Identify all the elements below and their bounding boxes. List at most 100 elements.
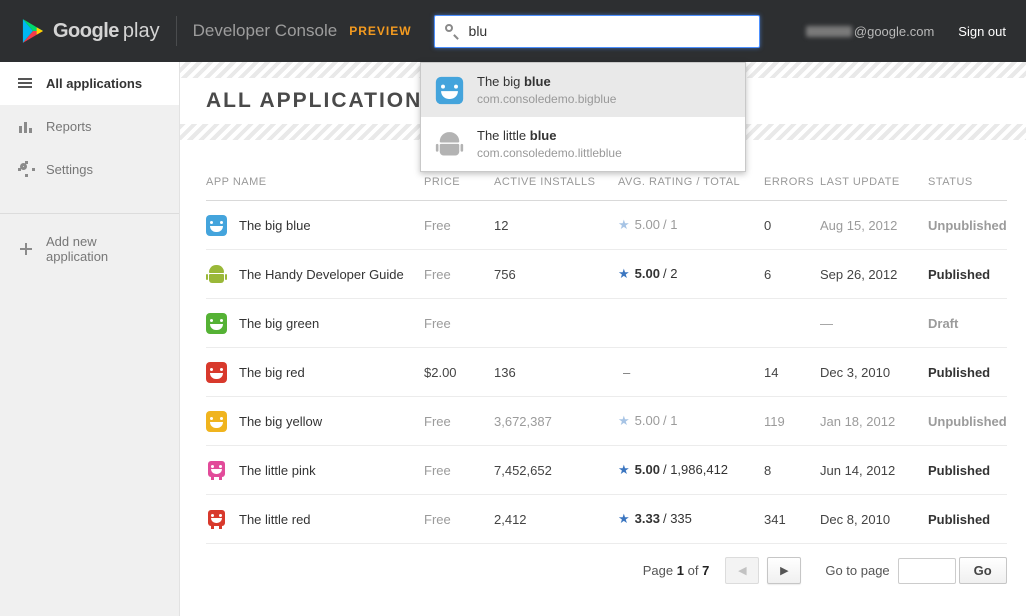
price-cell: Free xyxy=(424,218,494,233)
errors-cell: 341 xyxy=(764,512,820,527)
price-cell: Free xyxy=(424,414,494,429)
logo-text-google: Google xyxy=(53,20,119,43)
search-icon xyxy=(445,24,461,39)
price-cell: Free xyxy=(424,267,494,282)
errors-cell: 6 xyxy=(764,267,820,282)
go-button[interactable]: Go xyxy=(959,557,1007,584)
active-installs-cell: 12 xyxy=(494,218,618,233)
errors-cell: 14 xyxy=(764,365,820,380)
table-body: The big blue Free 12 ★5.00/ 1 0 Aug 15, … xyxy=(206,201,1007,544)
suggestion-title: The big blue xyxy=(477,74,616,89)
app-row[interactable]: The big blue Free 12 ★5.00/ 1 0 Aug 15, … xyxy=(206,201,1007,250)
of-word: of xyxy=(688,563,699,578)
star-icon: ★ xyxy=(618,511,630,526)
active-installs-cell: 2,412 xyxy=(494,512,618,527)
search-box xyxy=(434,15,760,48)
app-name[interactable]: The big red xyxy=(239,365,305,380)
sidebar-item-icon xyxy=(18,119,34,134)
suggestion-item[interactable]: The big blue com.consoledemo.bigblue xyxy=(421,63,745,117)
google-play-logo[interactable]: Google play xyxy=(22,19,160,43)
app-name-cell: The little red xyxy=(206,509,424,530)
app-icon xyxy=(206,411,227,432)
app-name[interactable]: The little pink xyxy=(239,463,316,478)
account-area: @google.com Sign out xyxy=(806,24,1006,39)
add-new-application-button[interactable]: Add new application xyxy=(0,220,179,278)
star-icon: ★ xyxy=(618,462,630,477)
price-cell: Free xyxy=(424,316,494,331)
suggestion-package: com.consoledemo.littleblue xyxy=(477,146,622,160)
sidebar-item-label: Reports xyxy=(46,119,92,134)
rating-cell: – xyxy=(618,365,764,380)
app-name[interactable]: The big yellow xyxy=(239,414,322,429)
rating-total: / 1,986,412 xyxy=(663,462,728,477)
app-row[interactable]: The big red $2.00 136 – 14 Dec 3, 2010 P… xyxy=(206,348,1007,397)
column-header: PRICE xyxy=(424,176,494,188)
column-header: ERRORS xyxy=(764,176,820,188)
add-new-application-label: Add new application xyxy=(46,234,161,264)
column-header: APP NAME xyxy=(206,176,424,188)
app-name[interactable]: The big green xyxy=(239,316,319,331)
app-name[interactable]: The little red xyxy=(239,512,311,527)
app-name[interactable]: The big blue xyxy=(239,218,311,233)
status-cell: Unpublished xyxy=(928,218,1007,233)
app-row[interactable]: The little pink Free 7,452,652 ★5.00/ 1,… xyxy=(206,446,1007,495)
suggestion-package: com.consoledemo.bigblue xyxy=(477,92,616,106)
topbar: Google play Developer Console PREVIEW @g… xyxy=(0,0,1026,62)
current-page: 1 xyxy=(677,563,684,578)
sidebar-divider xyxy=(0,213,179,214)
app-row[interactable]: The big green Free — Draft xyxy=(206,299,1007,348)
rating-value: 5.00 xyxy=(635,413,660,428)
app-icon xyxy=(206,215,227,236)
column-header: ACTIVE INSTALLS xyxy=(494,176,618,188)
active-installs-cell: 7,452,652 xyxy=(494,463,618,478)
account-email-domain: @google.com xyxy=(854,24,934,39)
goto-page-input[interactable] xyxy=(898,558,956,584)
app-icon xyxy=(206,313,227,334)
next-page-button[interactable]: ▶ xyxy=(767,557,801,584)
sidebar-nav: All applications Reports Settings xyxy=(0,62,179,191)
last-update-cell: Jun 14, 2012 xyxy=(820,463,928,478)
rating-cell: ★5.00/ 1 xyxy=(618,413,764,429)
rating-value: 5.00 xyxy=(635,217,660,232)
errors-cell: 119 xyxy=(764,414,820,429)
sign-out-link[interactable]: Sign out xyxy=(958,24,1006,39)
sidebar-item-icon xyxy=(18,76,34,91)
column-header: LAST UPDATE xyxy=(820,176,928,188)
sidebar-item[interactable]: Reports xyxy=(0,105,179,148)
suggestion-title: The little blue xyxy=(477,128,622,143)
last-update-cell: — xyxy=(820,316,928,331)
status-cell: Published xyxy=(928,463,1007,478)
app-name-cell: The big yellow xyxy=(206,411,424,432)
search-input[interactable] xyxy=(434,15,760,48)
sidebar: All applications Reports Settings Add ne… xyxy=(0,62,180,616)
page-word: Page xyxy=(643,563,673,578)
app-row[interactable]: The little red Free 2,412 ★3.33/ 335 341… xyxy=(206,495,1007,544)
app-row[interactable]: The Handy Developer Guide Free 756 ★5.00… xyxy=(206,250,1007,299)
rating-cell: ★5.00/ 1,986,412 xyxy=(618,462,764,478)
column-header: STATUS xyxy=(928,176,1007,188)
sidebar-item-icon xyxy=(18,162,34,177)
plus-icon xyxy=(18,242,34,257)
star-icon: ★ xyxy=(618,266,630,281)
status-cell: Draft xyxy=(928,316,1007,331)
account-email-blurred xyxy=(806,26,852,37)
app-name[interactable]: The Handy Developer Guide xyxy=(239,267,404,282)
last-update-cell: Aug 15, 2012 xyxy=(820,218,928,233)
errors-cell: 0 xyxy=(764,218,820,233)
status-cell: Unpublished xyxy=(928,414,1007,429)
sidebar-item[interactable]: Settings xyxy=(0,148,179,191)
price-cell: $2.00 xyxy=(424,365,494,380)
suggestion-icon-wrap xyxy=(435,130,463,158)
search-suggestions-dropdown: The big blue com.consoledemo.bigblue The… xyxy=(420,62,746,172)
column-header: AVG. RATING / TOTAL xyxy=(618,176,764,188)
sidebar-item[interactable]: All applications xyxy=(0,62,179,105)
total-pages: 7 xyxy=(702,563,709,578)
goto-page-label: Go to page xyxy=(825,563,889,578)
suggestion-app-icon xyxy=(435,130,462,157)
pagination: Page 1 of 7 ◀ ▶ Go to page Go xyxy=(206,544,1007,598)
suggestion-item[interactable]: The little blue com.consoledemo.littlebl… xyxy=(421,117,745,171)
app-row[interactable]: The big yellow Free 3,672,387 ★5.00/ 1 1… xyxy=(206,397,1007,446)
app-icon xyxy=(208,510,225,526)
price-cell: Free xyxy=(424,463,494,478)
page-title: ALL APPLICATIONS xyxy=(206,89,438,113)
